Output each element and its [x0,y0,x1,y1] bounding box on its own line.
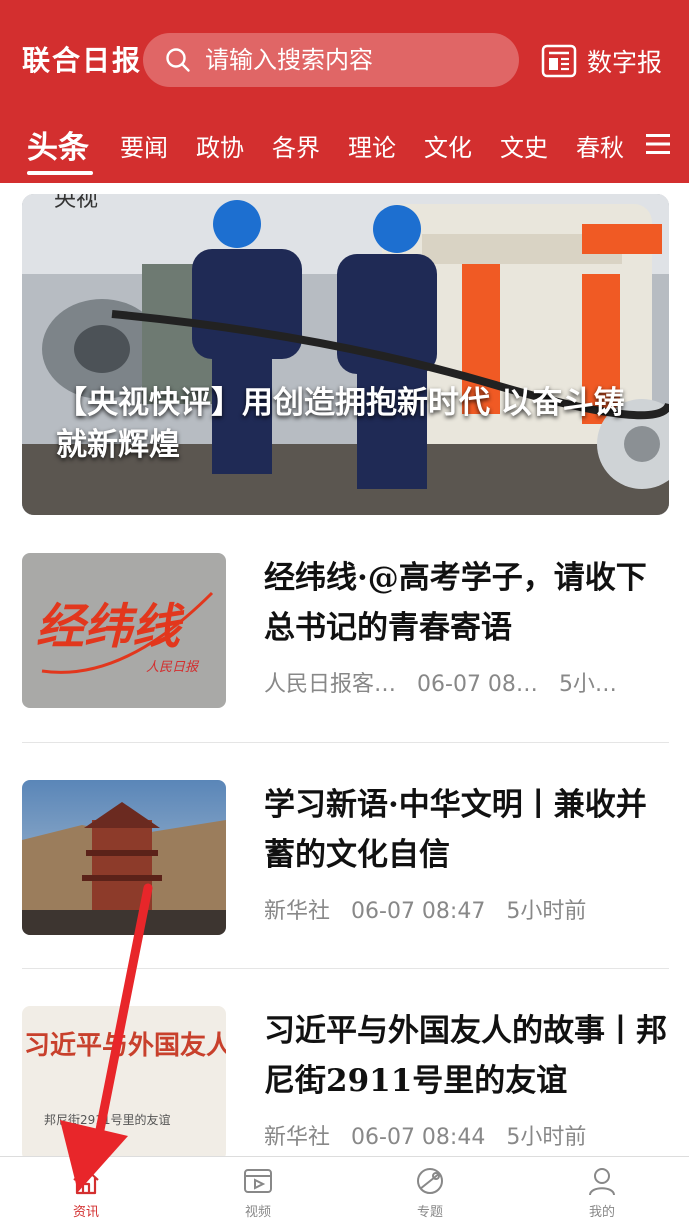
active-tab-indicator [27,171,93,175]
news-meta: 新华社 06-07 08:44 5小时前 [264,1118,600,1158]
news-ago: 5小时前 [506,1125,587,1150]
app-header: 联合日报 请输入搜索内容 数字报 头条 要闻 政协 各界 理论 文化 文史 春秋 [0,0,689,183]
news-meta: 人民日报客… 06-07 08… 5小… [264,665,631,705]
featured-banner[interactable]: 央视 [22,194,669,515]
menu-icon[interactable] [646,133,670,155]
news-ago: 5小… [558,672,617,697]
search-icon [166,48,190,72]
thumb-text: 经纬线 [36,599,185,655]
divider [22,742,669,743]
tab-spring-autumn[interactable]: 春秋 [576,118,624,178]
nav-label: 专题 [416,1205,443,1220]
thumb-text: 习近平与外国友人的故事 [24,1030,226,1061]
tab-theory[interactable]: 理论 [348,118,396,178]
newspaper-icon [541,44,577,78]
news-thumbnail: 经纬线 人民日报 [22,553,226,708]
thumb-subtext: 邦尼街2911号里的友谊 [44,1112,171,1127]
search-bar[interactable]: 请输入搜索内容 [143,33,519,87]
news-thumbnail [22,780,226,935]
news-item[interactable]: 习近平与外国友人的故事 邦尼街2911号里的友谊 习近平与外国友人的故事丨邦尼街… [22,1006,669,1166]
news-source: 人民日报客… [264,672,397,697]
news-time: 06-07 08:47 [351,899,486,924]
channel-tabs: 头条 要闻 政协 各界 理论 文化 文史 春秋 [0,118,689,178]
news-item[interactable]: 经纬线 人民日报 经纬线·@高考学子，请收下总书记的青春寄语 人民日报客… 06… [22,553,669,713]
nav-label: 资讯 [72,1205,99,1220]
news-meta: 新华社 06-07 08:47 5小时前 [264,892,600,932]
tab-headline[interactable]: 头条 [27,118,89,178]
search-placeholder: 请输入搜索内容 [205,46,373,74]
nav-label: 我的 [588,1205,615,1220]
tab-sectors[interactable]: 各界 [272,118,320,178]
divider [22,968,669,969]
news-title[interactable]: 经纬线·@高考学子，请收下总书记的青春寄语 [264,553,669,653]
tab-history[interactable]: 文史 [500,118,548,178]
tab-cppcc[interactable]: 政协 [196,118,244,178]
nav-news[interactable]: 资讯 [0,1157,172,1226]
news-time: 06-07 08… [417,672,538,697]
news-title[interactable]: 学习新语·中华文明丨兼收并蓄的文化自信 [264,780,669,880]
news-ago: 5小时前 [506,899,587,924]
nav-profile[interactable]: 我的 [516,1157,688,1226]
app-logo[interactable]: 联合日报 [22,38,142,84]
topic-icon [417,1168,443,1194]
thumb-subtext: 人民日报 [146,660,200,675]
tab-culture[interactable]: 文化 [424,118,472,178]
nav-video[interactable]: 视频 [172,1157,344,1226]
banner-caption[interactable]: 【央视快评】用创造拥抱新时代 以奋斗铸就新辉煌 [56,382,646,466]
nav-topics[interactable]: 专题 [344,1157,516,1226]
nav-label: 视频 [244,1205,271,1220]
digital-paper-label: 数字报 [587,48,663,77]
tab-news[interactable]: 要闻 [120,118,168,178]
news-source: 新华社 [264,1125,331,1150]
banner-corner-text: 央视 [54,194,98,212]
video-icon [244,1169,272,1193]
bottom-navigation: 资讯 视频 专题 我的 [0,1156,689,1226]
user-icon [589,1168,615,1196]
news-thumbnail: 习近平与外国友人的故事 邦尼街2911号里的友谊 [22,1006,226,1161]
news-time: 06-07 08:44 [351,1125,486,1150]
banner-image: 央视 [22,194,669,515]
news-title[interactable]: 习近平与外国友人的故事丨邦尼街2911号里的友谊 [264,1006,669,1106]
news-source: 新华社 [264,899,331,924]
digital-paper-button[interactable]: 数字报 [541,38,662,84]
news-item[interactable]: 学习新语·中华文明丨兼收并蓄的文化自信 新华社 06-07 08:47 5小时前 [22,780,669,940]
home-icon [73,1167,99,1195]
